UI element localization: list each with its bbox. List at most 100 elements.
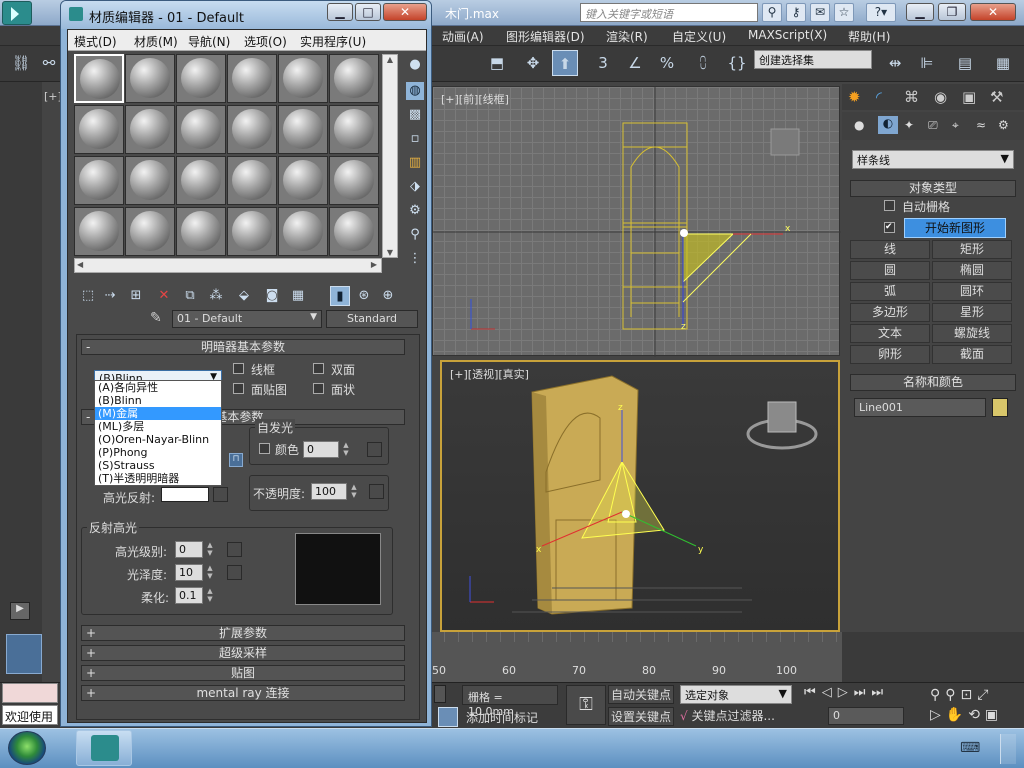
material-slot[interactable] [278,156,328,205]
scroll-left-icon[interactable]: ◀ [77,260,83,269]
mental-ray-rollout[interactable]: + mental ray 连接 [81,685,405,701]
show-desktop-button[interactable] [1000,734,1016,764]
rectangle-button[interactable]: 矩形 [932,240,1012,259]
ellipse-button[interactable]: 椭圆 [932,261,1012,280]
align-icon[interactable]: ⊫ [914,50,940,76]
time-slider-track[interactable]: 50 60 70 80 90 100 [430,632,842,682]
show-map-icon[interactable]: ▦ [288,286,308,306]
me-menu-utilities[interactable]: 实用程序(U) [300,33,366,50]
start-new-shape-checkbox[interactable]: ✔ [884,222,895,233]
named-selection-dropdown[interactable]: 创建选择集 [754,50,872,69]
egg-button[interactable]: 卵形 [850,345,930,364]
viewport-layout-icon[interactable] [6,634,42,674]
maxscript-listener[interactable] [2,683,58,703]
section-button[interactable]: 截面 [932,345,1012,364]
spacewarps-icon[interactable]: ≈ [976,118,986,132]
material-slot[interactable] [125,156,175,205]
menu-help[interactable]: 帮助(H) [848,28,890,45]
material-type-button[interactable]: Standard [326,310,418,328]
two-sided-checkbox[interactable] [313,363,324,374]
snap-3d-icon[interactable]: 3 [590,50,616,76]
me-close-button[interactable]: ✕ [383,3,427,21]
shader-option-anisotropic[interactable]: (A)各向异性 [95,381,221,394]
menu-customize[interactable]: 自定义(U) [672,28,726,45]
shader-option-oren-nayar-blinn[interactable]: (O)Oren-Nayar-Blinn [95,433,221,446]
lights-icon[interactable]: ✦ [904,118,914,132]
shader-option-strauss[interactable]: (S)Strauss [95,459,221,472]
shapes-icon[interactable]: ◐ [878,116,898,134]
category-dropdown[interactable]: 样条线 ▼ [852,150,1014,169]
object-name-input[interactable]: Line001 [854,398,986,417]
me-menu-material[interactable]: 材质(M) [134,33,178,50]
line-button[interactable]: 线 [850,240,930,259]
shader-option-phong[interactable]: (P)Phong [95,446,221,459]
shader-basic-rollout[interactable]: - 明暗器基本参数 [81,339,405,355]
self-illum-color-checkbox[interactable] [259,443,270,454]
key-icon[interactable]: ⚿ [566,685,606,725]
material-slot[interactable] [176,156,226,205]
menu-rendering[interactable]: 渲染(R) [606,28,648,45]
material-name-input[interactable]: 01 - Default ▼ [172,310,322,328]
me-minimize-button[interactable]: ▁ [327,3,353,21]
spinner-snap-icon[interactable]: ⩇ [690,50,716,76]
shader-option-multilayer[interactable]: (ML)多层 [95,420,221,433]
go-to-parent-icon[interactable]: ⊛ [354,286,374,306]
soften-spinner[interactable]: ▲ ▼ [205,587,215,604]
menu-maxscript[interactable]: MAXScript(X) [748,28,827,42]
uv-tiling-icon[interactable]: ▫ [406,130,424,148]
soften-input[interactable]: 0.1 [175,587,203,604]
material-slot[interactable] [227,156,277,205]
self-illum-value-input[interactable]: 0 [303,441,339,458]
material-slot[interactable] [176,105,226,154]
spec-level-spinner[interactable]: ▲ ▼ [205,541,215,558]
scroll-down-icon[interactable]: ▼ [383,248,397,257]
material-editor-title-bar[interactable]: 材质编辑器 - 01 - Default ▁ □ ✕ [61,1,431,29]
systems-icon[interactable]: ⚙ [998,118,1009,132]
graphite-toolbar-icon[interactable]: ▦ [990,50,1016,76]
material-slot[interactable] [74,54,124,103]
material-slot[interactable] [227,54,277,103]
edit-named-selection-icon[interactable]: {} [724,50,750,76]
key-tool-icon[interactable]: ⚷ [786,3,806,22]
shader-option-metal[interactable]: (M)金属 [95,407,221,420]
opacity-input[interactable]: 100 [311,483,347,500]
playback-controls[interactable]: ⏮◁▷⏭⏭ [804,685,924,704]
ngon-button[interactable]: 多边形 [850,303,930,322]
star-button[interactable]: 星形 [932,303,1012,322]
maps-rollout[interactable]: + 贴图 [81,665,405,681]
put-to-library-icon[interactable]: ⬙ [234,286,254,306]
make-preview-icon[interactable]: ⬗ [406,178,424,196]
material-slot[interactable] [74,156,124,205]
material-slot[interactable] [227,207,277,256]
unlink-icon[interactable]: ⚯ [36,50,62,76]
cameras-icon[interactable]: ⎚ [928,118,938,133]
frame-input[interactable]: 0 [828,707,904,725]
start-new-shape-button[interactable]: 开始新图形 [904,218,1006,238]
material-slot[interactable] [329,54,379,103]
taskbar-3dsmax-icon[interactable] [76,730,132,766]
make-unique-icon[interactable]: ⁂ [206,286,226,306]
shader-option-blinn[interactable]: (B)Blinn [95,394,221,407]
material-slot[interactable] [329,207,379,256]
get-material-icon[interactable]: ⬚ [78,286,98,306]
wire-checkbox[interactable] [233,363,244,374]
supersampling-rollout[interactable]: + 超级采样 [81,645,405,661]
me-menu-modes[interactable]: 模式(D) [74,33,117,50]
restore-button[interactable]: ❐ [938,3,966,21]
material-slot[interactable] [74,105,124,154]
material-slot[interactable] [125,207,175,256]
spec-level-input[interactable]: 0 [175,541,203,558]
show-end-result-icon[interactable]: ▮ [330,286,350,306]
key-mode-dropdown[interactable]: 选定对象 ▼ [680,685,792,704]
start-button-icon[interactable] [8,731,46,765]
circle-button[interactable]: 圆 [850,261,930,280]
self-illum-spinner[interactable]: ▲ ▼ [341,441,351,458]
material-slot[interactable] [176,207,226,256]
auto-grid-checkbox[interactable] [884,200,895,211]
helpers-icon[interactable]: ⌖ [952,118,959,133]
select-by-material-icon[interactable]: ⚲ [406,226,424,244]
me-menu-navigation[interactable]: 导航(N) [188,33,230,50]
lock-selection-toggle[interactable] [434,685,446,703]
copy-material-icon[interactable]: ⧉ [180,286,200,306]
sample-type-icon[interactable]: ● [406,56,424,74]
